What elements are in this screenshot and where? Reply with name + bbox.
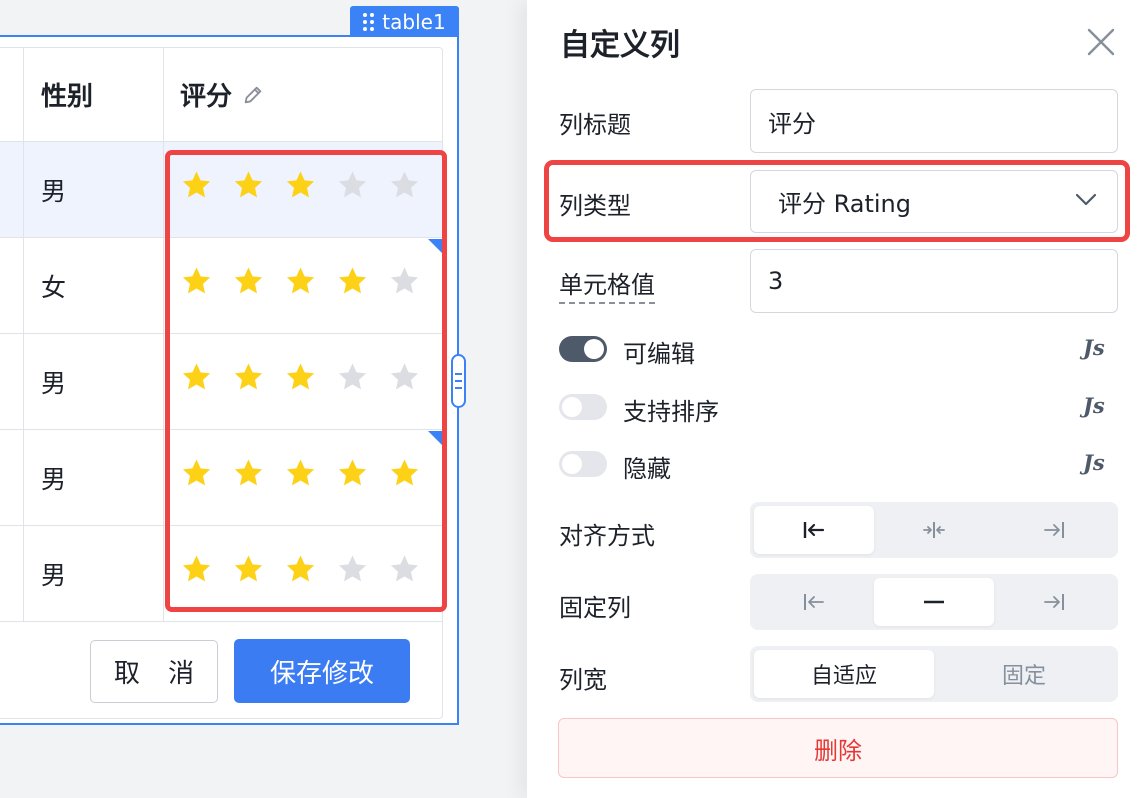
align-left-option[interactable]	[754, 506, 874, 554]
table-cell	[0, 334, 24, 429]
header-gender-label: 性别	[41, 82, 94, 112]
gender-value: 男	[41, 560, 67, 590]
column-type-label: 列类型	[559, 192, 631, 220]
fixed-column-label: 固定列	[559, 594, 631, 622]
table-cell	[0, 526, 24, 621]
gender-cell[interactable]: 女	[24, 238, 164, 333]
cancel-button[interactable]: 取 消	[90, 640, 218, 703]
panel-title: 自定义列	[560, 28, 680, 63]
table-cell	[0, 142, 24, 237]
align-center-option[interactable]	[874, 506, 994, 554]
delete-button[interactable]: 删除	[558, 718, 1118, 778]
cell-value-label[interactable]: 单元格值	[559, 265, 655, 304]
align-right-icon	[1044, 522, 1064, 538]
column-type-value: 评分 Rating	[778, 190, 912, 218]
table-header-cell	[0, 48, 24, 141]
fix-none-option[interactable]	[874, 578, 994, 626]
custom-column-panel: 自定义列 列标题 评分 列类型 评分 Rating 单元格值 3 可编辑 Js 支持…	[527, 0, 1144, 798]
column-width-label: 列宽	[559, 666, 607, 694]
gender-value: 女	[41, 272, 67, 302]
fixed-column-segmented-control	[750, 574, 1118, 630]
table-footer: 取 消 保存修改	[0, 627, 443, 709]
close-icon[interactable]	[1086, 27, 1116, 57]
alignment-segmented-control	[750, 502, 1118, 558]
alignment-label: 对齐方式	[559, 522, 655, 550]
rating-column-highlight	[165, 150, 447, 612]
gender-value: 男	[41, 464, 67, 494]
toggle-switch[interactable]	[559, 336, 607, 362]
gender-cell[interactable]: 男	[24, 334, 164, 429]
table-header-row: 性别 评分	[0, 48, 442, 142]
gender-cell[interactable]: 男	[24, 526, 164, 621]
width-fixed-option[interactable]: 固定	[934, 650, 1114, 698]
drag-handle-icon[interactable]	[363, 12, 375, 31]
table-cell	[0, 238, 24, 333]
align-center-icon	[923, 522, 945, 538]
toggle-knob	[562, 397, 582, 417]
header-rating[interactable]: 评分	[164, 48, 442, 141]
column-title-input[interactable]: 评分	[750, 89, 1118, 153]
header-gender[interactable]: 性别	[24, 48, 164, 141]
toggle-label: 可编辑	[623, 340, 695, 368]
gender-cell[interactable]: 男	[24, 430, 164, 525]
toggle-knob	[562, 454, 582, 474]
chevron-down-icon	[1075, 193, 1097, 206]
toggle-switch[interactable]	[559, 451, 607, 477]
fix-right-icon	[1044, 594, 1064, 610]
toggle-switch[interactable]	[559, 394, 607, 420]
resize-handle[interactable]	[451, 354, 466, 408]
table-cell	[0, 430, 24, 525]
fix-left-option[interactable]	[754, 578, 874, 626]
save-changes-button[interactable]: 保存修改	[234, 639, 410, 703]
column-width-segmented-control: 自适应 固定	[750, 646, 1118, 702]
js-expression-icon[interactable]: Js	[1083, 335, 1105, 360]
align-right-option[interactable]	[994, 506, 1114, 554]
toggle-label: 隐藏	[623, 455, 671, 483]
table-name-tag[interactable]: table1	[350, 6, 459, 37]
fix-left-icon	[804, 594, 824, 610]
pencil-icon[interactable]	[242, 84, 264, 106]
width-auto-option[interactable]: 自适应	[754, 650, 934, 698]
table-name-label: table1	[382, 9, 446, 34]
fix-right-option[interactable]	[994, 578, 1114, 626]
gender-value: 男	[41, 176, 67, 206]
gender-value: 男	[41, 368, 67, 398]
header-rating-label: 评分	[180, 82, 233, 112]
minus-icon	[924, 600, 944, 604]
toggle-knob	[584, 339, 604, 359]
js-expression-icon[interactable]: Js	[1083, 393, 1105, 418]
column-title-label: 列标题	[559, 111, 631, 139]
align-left-icon	[803, 522, 825, 538]
js-expression-icon[interactable]: Js	[1083, 450, 1105, 475]
gender-cell[interactable]: 男	[24, 142, 164, 237]
toggle-label: 支持排序	[623, 398, 719, 426]
column-type-select[interactable]: 评分 Rating	[750, 170, 1118, 233]
cell-value-input[interactable]: 3	[750, 249, 1118, 313]
